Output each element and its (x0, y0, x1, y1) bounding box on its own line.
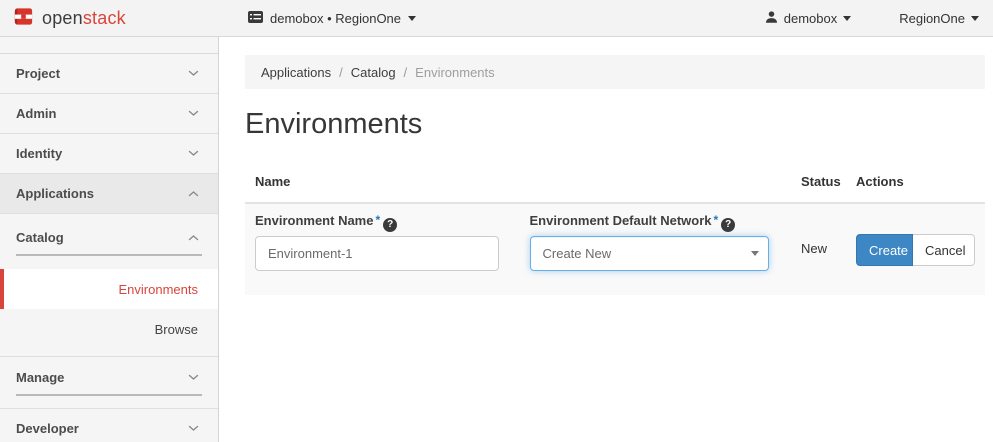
region-menu-label: RegionOne (899, 11, 965, 26)
sidebar-item-label: Browse (155, 322, 198, 337)
region-menu[interactable]: RegionOne (899, 11, 979, 26)
sidebar-item-identity[interactable]: Identity (0, 134, 218, 174)
sidebar-item-label: Manage (16, 370, 64, 385)
environment-network-field-group: Environment Default Network*? Create New (530, 213, 770, 271)
required-asterisk: * (714, 213, 719, 227)
environment-name-field-group: Environment Name*? (255, 213, 499, 271)
chevron-down-icon (971, 16, 979, 21)
environment-name-label: Environment Name*? (255, 213, 499, 230)
sidebar-nav: Project Admin Identity Applications Cata… (0, 37, 219, 442)
main-content: Applications / Catalog / Environments En… (219, 37, 993, 442)
top-header-bar: openstack demobox • RegionOne (0, 0, 993, 37)
required-asterisk: * (375, 213, 380, 227)
table-row: Environment Name*? Environment Default N… (245, 204, 985, 295)
sidebar-item-catalog[interactable]: Catalog (0, 220, 218, 254)
environment-name-input[interactable] (255, 236, 499, 271)
sidebar-item-admin[interactable]: Admin (0, 94, 218, 134)
context-switcher-label: demobox • RegionOne (270, 11, 401, 26)
project-region-switcher[interactable]: demobox • RegionOne (248, 11, 416, 26)
chevron-down-icon (188, 150, 199, 157)
chevron-down-icon (188, 425, 199, 432)
help-question-icon[interactable]: ? (383, 218, 397, 232)
actions-cell: Create Cancel (856, 213, 975, 266)
user-menu[interactable]: demobox (765, 10, 851, 27)
sidebar-item-label: Admin (16, 106, 56, 121)
sidebar-item-project[interactable]: Project (0, 54, 218, 94)
sidebar-item-label: Catalog (16, 230, 64, 245)
sidebar-item-label: Developer (16, 421, 79, 436)
column-header-actions: Actions (856, 174, 975, 189)
column-header-name[interactable]: Name (255, 174, 801, 189)
page-title: Environments (245, 108, 985, 141)
sidebar-item-browse[interactable]: Browse (0, 309, 218, 349)
environment-network-label: Environment Default Network*? (530, 213, 770, 230)
breadcrumb-separator: / (404, 65, 408, 80)
breadcrumb-current: Environments (415, 65, 494, 80)
sidebar-group-manage: Manage (0, 356, 218, 396)
sidebar-item-label: Identity (16, 146, 62, 161)
status-cell: New (801, 213, 856, 256)
sidebar-item-manage[interactable]: Manage (0, 360, 218, 394)
sidebar-group-catalog: Catalog (0, 214, 218, 256)
sidebar-item-environments[interactable]: Environments (0, 269, 218, 309)
sidebar-item-developer[interactable]: Developer (0, 408, 218, 442)
openstack-cube-logo-icon (12, 5, 35, 31)
sidebar-item-applications[interactable]: Applications (0, 174, 218, 214)
chevron-down-icon (188, 70, 199, 77)
chevron-down-icon (188, 110, 199, 117)
sidebar-top-strip (0, 37, 218, 54)
table-header-row: Name Status Actions (245, 164, 985, 204)
user-icon (765, 10, 778, 27)
breadcrumb-separator: / (339, 65, 343, 80)
sidebar-item-label: Applications (16, 186, 94, 201)
sidebar-item-label: Environments (119, 282, 198, 297)
create-button[interactable]: Create (856, 234, 913, 266)
environment-network-select[interactable]: Create New (530, 236, 770, 271)
help-question-icon[interactable]: ? (721, 218, 735, 232)
breadcrumb-link-catalog[interactable]: Catalog (351, 65, 396, 80)
chevron-down-icon (843, 16, 851, 21)
openstack-logo-text: openstack (42, 8, 126, 29)
sidebar-item-label: Project (16, 66, 60, 81)
chevron-down-icon (408, 16, 416, 21)
project-list-icon (248, 11, 263, 26)
column-header-status: Status (801, 174, 856, 189)
openstack-brand[interactable]: openstack (0, 5, 220, 31)
breadcrumb: Applications / Catalog / Environments (245, 55, 985, 89)
chevron-down-icon (188, 374, 199, 381)
cancel-button[interactable]: Cancel (913, 234, 975, 266)
user-menu-label: demobox (784, 11, 837, 26)
chevron-up-icon (188, 234, 199, 241)
breadcrumb-link-applications[interactable]: Applications (261, 65, 331, 80)
chevron-up-icon (188, 190, 199, 197)
openstack-dashboard: openstack demobox • RegionOne (0, 0, 993, 442)
